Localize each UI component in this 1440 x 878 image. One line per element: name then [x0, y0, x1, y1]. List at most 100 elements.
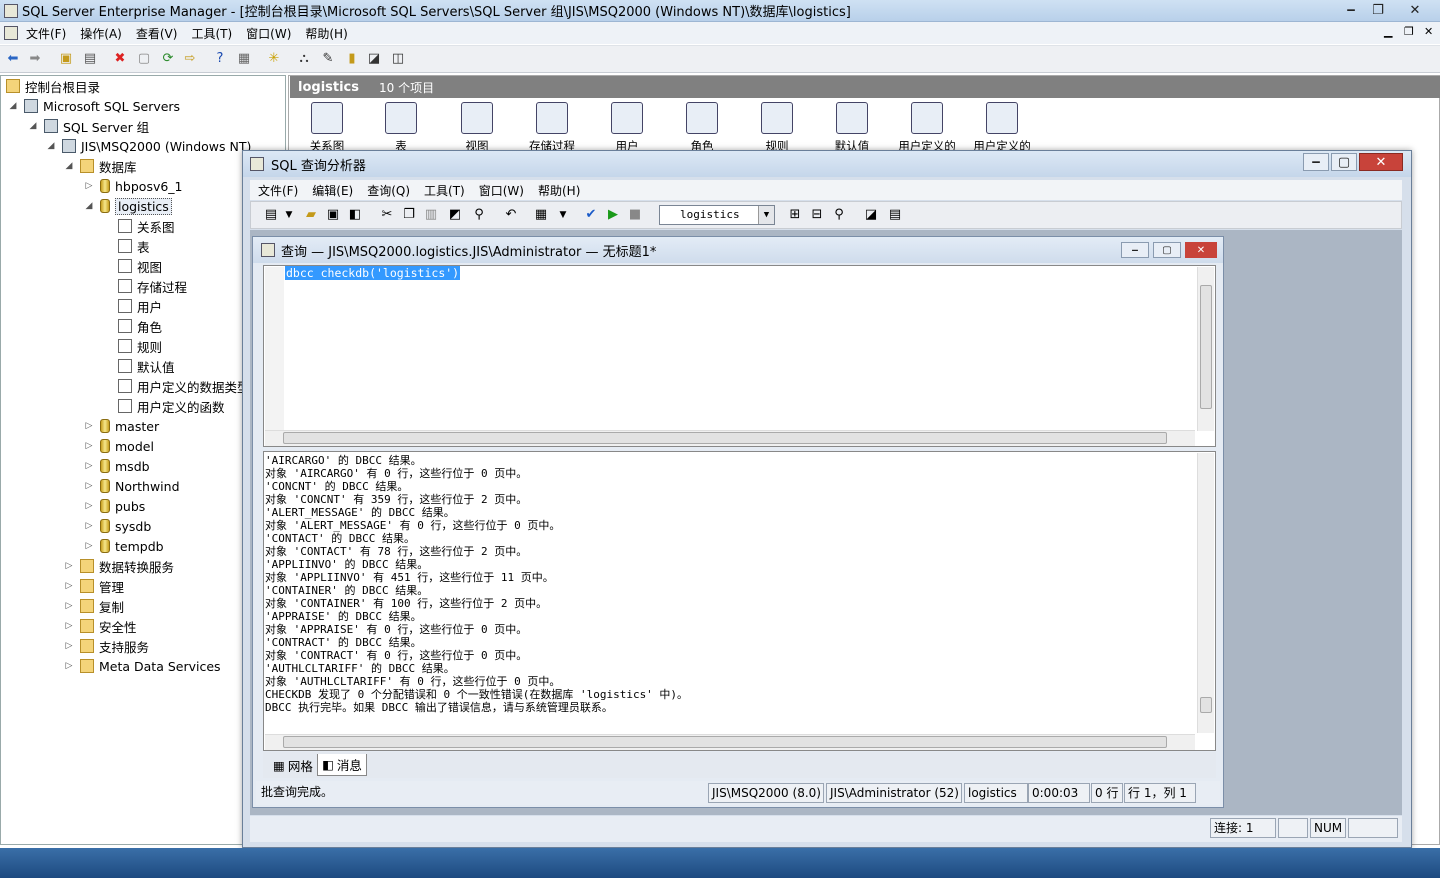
messages-pane[interactable]: 'AIRCARGO' 的 DBCC 结果。 对象 'AIRCARGO' 有 0 行… [263, 451, 1216, 751]
tree-node-diagrams[interactable]: 关系图 [118, 216, 175, 236]
tree-node-group[interactable]: ◢ SQL Server 组 [28, 116, 149, 136]
collapse-icon[interactable]: ◢ [64, 161, 74, 171]
tree-node-folder[interactable]: ▷ 支持服务 [64, 636, 149, 656]
big-item-rules[interactable]: 规则 [740, 102, 814, 154]
console-window-icon[interactable]: ▦ [236, 51, 252, 67]
register-server-icon[interactable]: ⛬ [296, 51, 312, 67]
menu-view[interactable]: 查看(V) [136, 25, 178, 42]
tree-node-db[interactable]: ▷ msdb [84, 456, 150, 476]
results-mode-icon[interactable]: ▦ [533, 207, 549, 223]
expand-icon[interactable]: ▷ [64, 601, 74, 611]
expand-icon[interactable]: ▷ [84, 421, 94, 431]
results-vscrollbar[interactable] [1197, 453, 1214, 733]
menu-window[interactable]: 窗口(W) [246, 25, 291, 42]
show-results-pane-icon[interactable]: ▤ [887, 207, 903, 223]
big-item-views[interactable]: 视图 [440, 102, 514, 154]
delete-icon[interactable]: ✖ [112, 51, 128, 67]
tree-node-users[interactable]: 用户 [118, 296, 162, 316]
expand-icon[interactable]: ▷ [64, 561, 74, 571]
export-icon[interactable]: ⇨ [182, 51, 198, 67]
tab-messages[interactable]: ◧ 消息 [317, 754, 367, 776]
object-search-icon[interactable]: ⚲ [831, 207, 847, 223]
parse-icon[interactable]: ✔ [583, 207, 599, 223]
expand-icon[interactable]: ▷ [64, 641, 74, 651]
new-dropdown-icon[interactable]: ▼ [281, 207, 297, 223]
tree-node-db[interactable]: ▷ model [84, 436, 154, 456]
estimated-plan-icon[interactable]: ⊞ [787, 207, 803, 223]
tools-icon[interactable]: ◫ [390, 51, 406, 67]
help-icon[interactable]: ? [212, 51, 228, 67]
qa-menu-file[interactable]: 文件(F) [258, 182, 298, 199]
clear-window-icon[interactable]: ◩ [447, 207, 463, 223]
tree-node-db[interactable]: ▷ tempdb [84, 536, 164, 556]
menu-tools[interactable]: 工具(T) [191, 25, 232, 42]
mdi-restore-button[interactable]: ❐ [1404, 25, 1414, 38]
paste-icon[interactable]: ▥ [423, 207, 439, 223]
editor-hscrollbar[interactable] [265, 430, 1195, 446]
find-icon[interactable]: ⚲ [471, 207, 487, 223]
tree-node-db-logistics[interactable]: ◢ logistics [84, 196, 172, 216]
qa-menu-edit[interactable]: 编辑(E) [312, 182, 353, 199]
new-icon[interactable]: ✳ [266, 51, 282, 67]
tree-node-db[interactable]: ▷ Northwind [84, 476, 180, 496]
forward-icon[interactable]: ➡ [27, 51, 43, 67]
database-icon[interactable]: ▮ [344, 51, 360, 67]
tree-node-db-hbposv6[interactable]: ▷ hbposv6_1 [84, 176, 183, 196]
cut-icon[interactable]: ✂ [379, 207, 395, 223]
wizard-icon[interactable]: ✎ [320, 51, 336, 67]
results-hscrollbar[interactable] [265, 734, 1195, 750]
tree-node-udf[interactable]: 用户定义的函数 [118, 396, 225, 416]
tree-node-instance[interactable]: ◢ JIS\MSQ2000 (Windows NT) [46, 136, 252, 156]
collapse-icon[interactable]: ◢ [8, 101, 18, 111]
tree-node-rules[interactable]: 规则 [118, 336, 162, 356]
tree-node-defaults[interactable]: 默认值 [118, 356, 175, 376]
qw-minimize-button[interactable]: ‒ [1121, 242, 1149, 258]
tree-node-db[interactable]: ▷ master [84, 416, 160, 436]
show-tree-icon[interactable]: ▤ [82, 51, 98, 67]
tree-node-views[interactable]: 视图 [118, 256, 162, 276]
expand-icon[interactable]: ▷ [84, 181, 94, 191]
qa-close-button[interactable]: ✕ [1359, 153, 1403, 171]
tree-node-folder[interactable]: ▷ 管理 [64, 576, 124, 596]
back-icon[interactable]: ⬅ [5, 51, 21, 67]
tree-node-folder[interactable]: ▷ Meta Data Services [64, 656, 221, 676]
qw-close-button[interactable]: ✕ [1185, 242, 1217, 258]
qa-menu-help[interactable]: 帮助(H) [538, 182, 580, 199]
properties-icon[interactable]: ▢ [136, 51, 152, 67]
collapse-icon[interactable]: ◢ [46, 141, 56, 151]
big-item-diagrams[interactable]: 关系图 [290, 102, 364, 154]
big-item-tables[interactable]: 表 [364, 102, 438, 154]
mdi-minimize-button[interactable]: ▁ [1384, 25, 1392, 38]
qw-maximize-button[interactable]: ▢ [1153, 242, 1181, 258]
tree-node-folder[interactable]: ▷ 数据转换服务 [64, 556, 174, 576]
undo-icon[interactable]: ↶ [503, 207, 519, 223]
execute-icon[interactable]: ▶ [605, 207, 621, 223]
maximize-button[interactable]: ❐ [1363, 0, 1393, 20]
expand-icon[interactable]: ▷ [84, 441, 94, 451]
menu-help[interactable]: 帮助(H) [305, 25, 347, 42]
tab-grid[interactable]: ▦ 网格 [269, 754, 317, 776]
query-editor[interactable] [263, 265, 1216, 447]
scroll-thumb[interactable] [1200, 285, 1212, 409]
tree-node-folder[interactable]: ▷ 复制 [64, 596, 124, 616]
qa-menu-tools[interactable]: 工具(T) [424, 182, 465, 199]
tree-node-procs[interactable]: 存储过程 [118, 276, 187, 296]
current-connection-icon[interactable]: ◪ [863, 207, 879, 223]
menu-action[interactable]: 操作(A) [80, 25, 122, 42]
insert-template-icon[interactable]: ◧ [347, 207, 363, 223]
tree-node-db[interactable]: ▷ sysdb [84, 516, 152, 536]
tree-node-db[interactable]: ▷ pubs [84, 496, 146, 516]
save-icon[interactable]: ▣ [325, 207, 341, 223]
big-item-roles[interactable]: 角色 [665, 102, 739, 154]
database-select[interactable]: logistics ▼ [659, 205, 775, 225]
tree-node-root[interactable]: 控制台根目录 [6, 76, 100, 96]
collapse-icon[interactable]: ◢ [28, 121, 38, 131]
expand-icon[interactable]: ▷ [84, 461, 94, 471]
expand-icon[interactable]: ▷ [64, 661, 74, 671]
scroll-thumb[interactable] [1200, 697, 1212, 713]
new-query-icon[interactable]: ▤ [263, 207, 279, 223]
copy-icon[interactable]: ❐ [401, 207, 417, 223]
open-icon[interactable]: ▰ [303, 207, 319, 223]
tree-node-udt[interactable]: 用户定义的数据类型 [118, 376, 250, 396]
big-item-users[interactable]: 用户 [590, 102, 664, 154]
